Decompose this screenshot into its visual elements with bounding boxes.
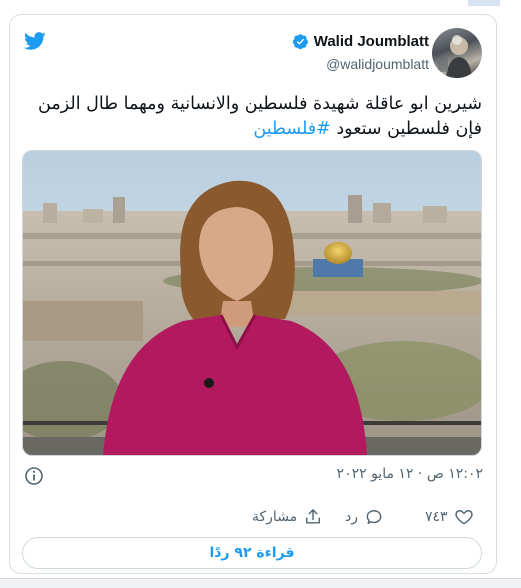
share-label: مشاركة [252, 509, 298, 525]
reply-label: رد [345, 509, 358, 525]
author-handle[interactable]: @walidjoumblatt [326, 56, 429, 72]
share-upload-icon[interactable] [303, 507, 323, 527]
twitter-bird-icon[interactable] [22, 30, 48, 52]
like-count: ٧٤٣ [425, 509, 448, 525]
info-icon[interactable] [24, 466, 44, 486]
like-action[interactable]: ٧٤٣ [425, 507, 474, 527]
avatar[interactable] [432, 28, 482, 78]
verified-badge-icon [292, 34, 308, 50]
tweet-timestamp[interactable]: ١٢:٠٢ ص · ١٢ مايو ٢٠٢٢ [337, 466, 483, 482]
author-name-row[interactable]: Walid Joumblatt [292, 33, 429, 50]
reply-action[interactable]: رد [345, 507, 384, 527]
author-display-name[interactable]: Walid Joumblatt [314, 33, 429, 50]
reply-bubble-icon[interactable] [364, 507, 384, 527]
share-action[interactable]: مشاركة [252, 507, 323, 527]
tweet-text: شيرين ابو عاقلة شهيدة فلسطين والانسانية … [22, 92, 482, 142]
tweet-media-photo[interactable] [22, 150, 482, 456]
read-replies-button[interactable]: قراءة ٩٢ ردًا [22, 537, 482, 569]
hashtag-link[interactable]: #فلسطين [253, 119, 330, 139]
top-scrollbar-hint [468, 0, 500, 6]
heart-icon[interactable] [454, 507, 474, 527]
